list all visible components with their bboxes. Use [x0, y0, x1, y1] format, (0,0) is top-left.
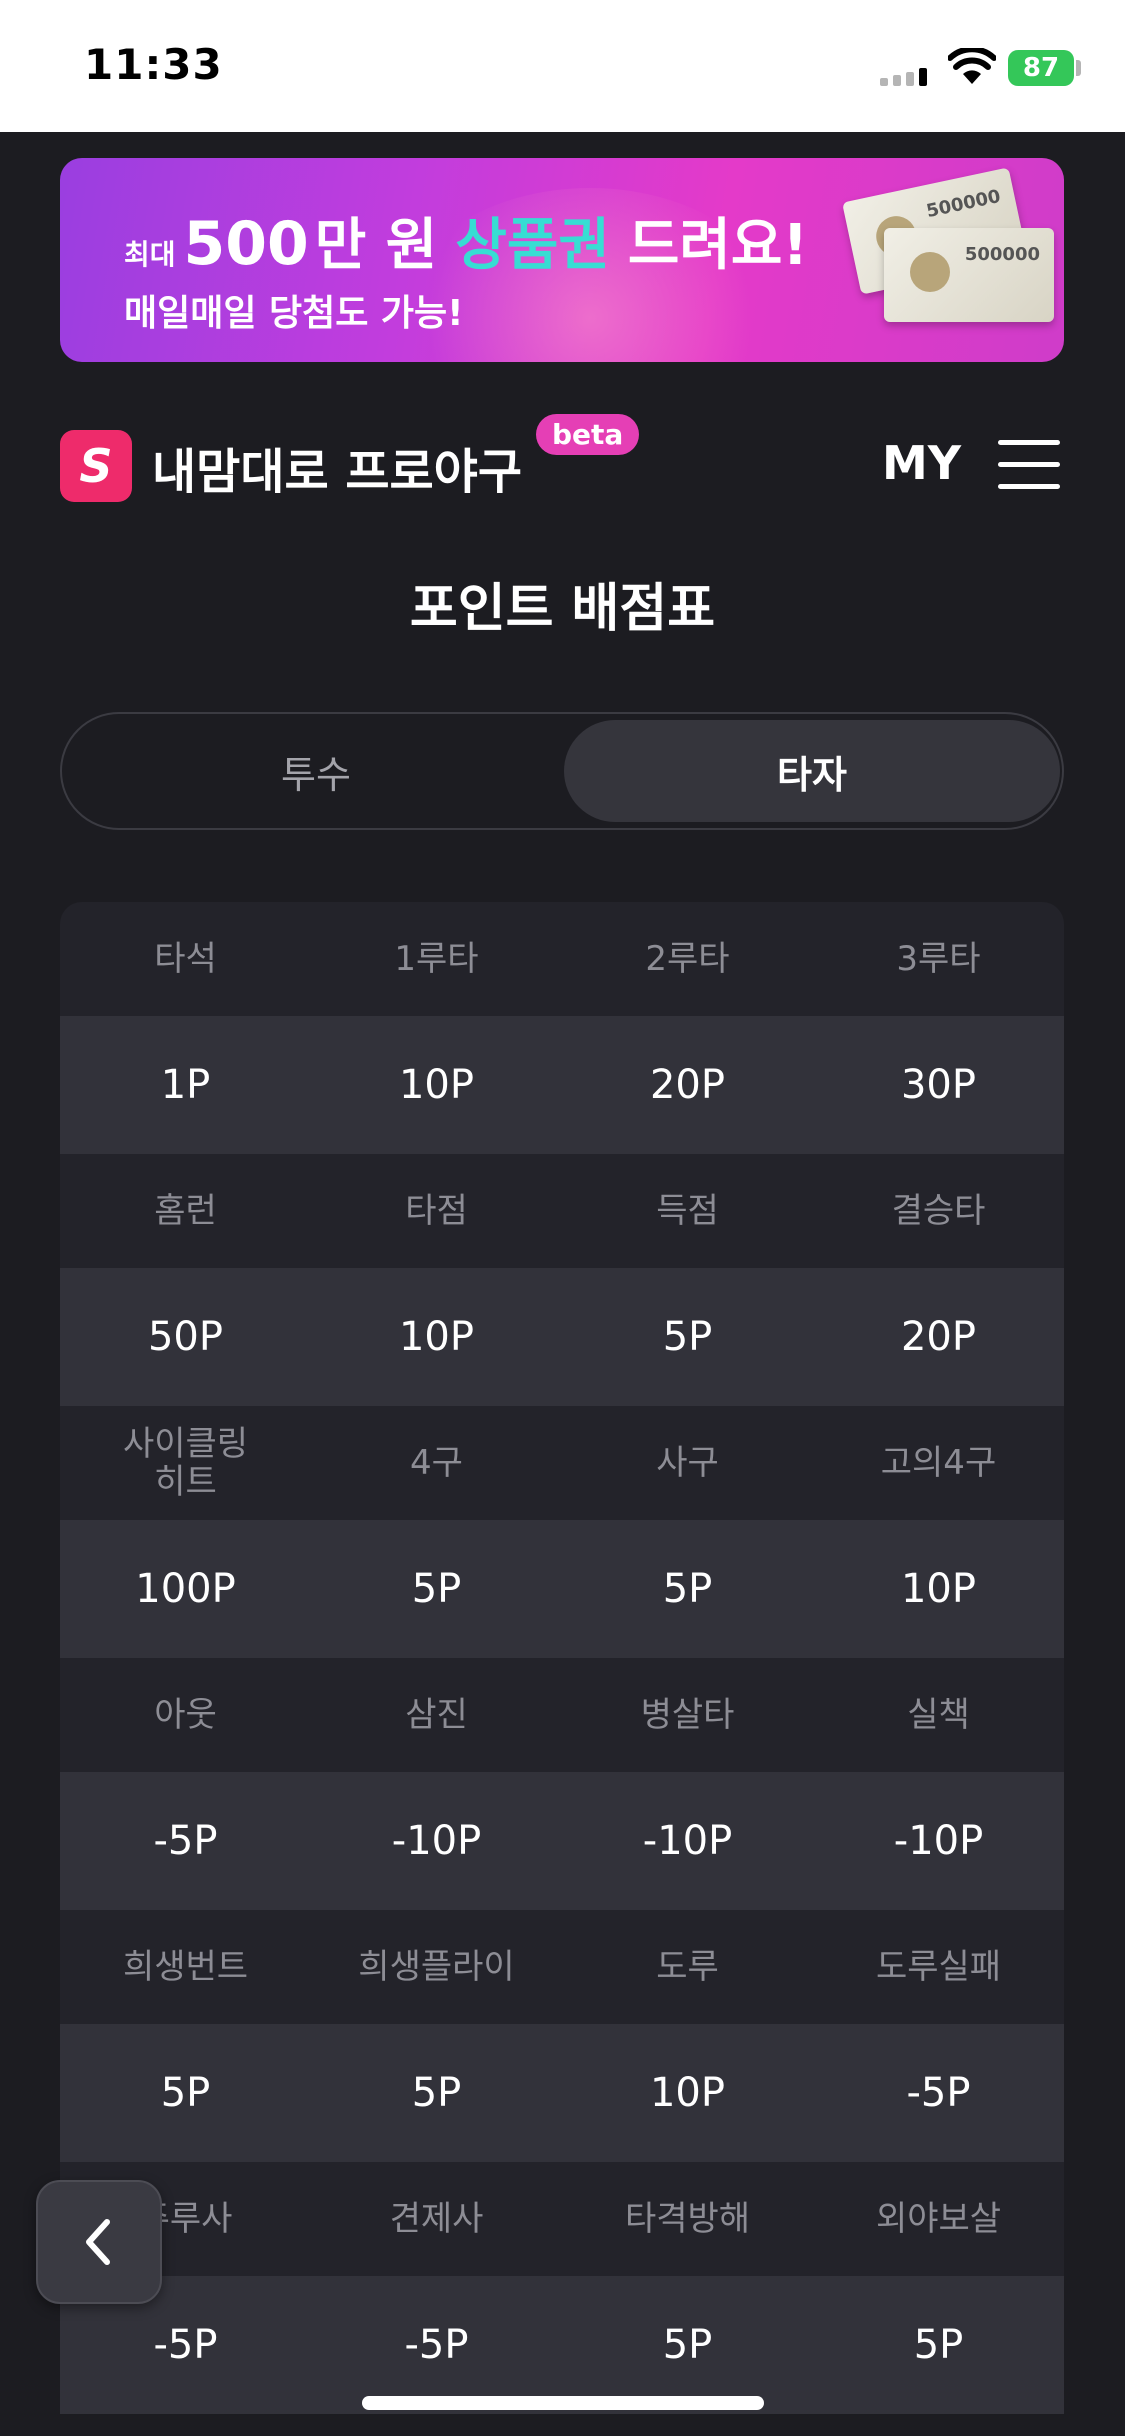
table-value: -5P: [404, 2322, 469, 2368]
table-value: 30P: [900, 1062, 977, 1108]
chevron-left-icon: [86, 2219, 110, 2265]
beta-badge: beta: [536, 414, 640, 455]
table-value: 10P: [398, 1314, 475, 1360]
table-value-row: 1P 10P 20P 30P: [60, 1016, 1064, 1154]
table-label: 타석: [154, 939, 217, 979]
table-header-row: 희생번트 희생플라이 도루 도루실패: [60, 1910, 1064, 2024]
table-label: 3루타: [896, 939, 981, 979]
table-header-row: 사이클링 히트 4구 사구 고의4구: [60, 1406, 1064, 1520]
hamburger-menu-icon[interactable]: [998, 440, 1060, 490]
position-toggle[interactable]: 투수 타자: [60, 712, 1064, 830]
table-label: 타점: [405, 1191, 468, 1231]
table-label: 아웃: [154, 1695, 217, 1735]
table-label: 희생번트: [122, 1947, 249, 1987]
table-label: 외야보살: [875, 2199, 1002, 2239]
table-label: 병살타: [640, 1695, 735, 1735]
table-label: 고의4구: [880, 1443, 997, 1483]
back-button[interactable]: [36, 2180, 162, 2304]
points-table: 타석 1루타 2루타 3루타 1P 10P 20P 30P 홈런 타점 득점 결…: [60, 902, 1064, 2414]
app-title[interactable]: 내맘대로 프로야구: [152, 432, 522, 502]
table-value: 5P: [411, 2070, 462, 2116]
table-label: 희생플라이: [358, 1947, 515, 1987]
table-value-row: -5P -10P -10P -10P: [60, 1772, 1064, 1910]
status-bar: 11:33 87: [0, 0, 1125, 132]
table-value: -10P: [642, 1818, 733, 1864]
table-value: 20P: [649, 1062, 726, 1108]
banner-subtitle: 매일매일 당첨도 가능!: [124, 293, 464, 334]
tab-pitcher[interactable]: 투수: [68, 720, 564, 822]
table-label: 실책: [907, 1695, 970, 1735]
table-value-row: 5P 5P 10P -5P: [60, 2024, 1064, 2162]
table-value: -5P: [153, 1818, 218, 1864]
table-label: 삼진: [405, 1695, 468, 1735]
table-value: 10P: [900, 1566, 977, 1612]
table-value-row: 100P 5P 5P 10P: [60, 1520, 1064, 1658]
table-value: 5P: [662, 1566, 713, 1612]
table-header-row: 주루사 견제사 타격방해 외야보살: [60, 2162, 1064, 2276]
table-header-row: 타석 1루타 2루타 3루타: [60, 902, 1064, 1016]
banner-unit: 만 원: [314, 213, 438, 278]
voucher-value: 500000: [924, 185, 1003, 223]
table-value: 10P: [398, 1062, 475, 1108]
wifi-icon: [948, 48, 996, 84]
gift-voucher-image: 500000: [884, 228, 1054, 322]
home-indicator[interactable]: [362, 2396, 764, 2410]
table-value: 20P: [900, 1314, 977, 1360]
table-value: 5P: [160, 2070, 211, 2116]
battery-indicator: 87: [1008, 50, 1074, 86]
table-label: 타격방해: [624, 2199, 751, 2239]
table-value: 1P: [160, 1062, 211, 1108]
logo-letter: S: [79, 439, 113, 493]
banner-headline: 최대 500 만 원 상품권 드려요!: [124, 200, 808, 281]
table-value: 5P: [662, 2322, 713, 2368]
table-value: 5P: [913, 2322, 964, 2368]
app-logo[interactable]: S: [60, 430, 132, 502]
table-label: 도루실패: [875, 1947, 1002, 1987]
table-label: 홈런: [154, 1191, 217, 1231]
table-label: 결승타: [891, 1191, 986, 1231]
table-label: 사구: [656, 1443, 719, 1483]
table-value: 100P: [135, 1566, 236, 1612]
table-value-row: 50P 10P 5P 20P: [60, 1268, 1064, 1406]
table-label: 득점: [656, 1191, 719, 1231]
page-title: 포인트 배점표: [409, 579, 716, 639]
banner-prefix: 최대: [124, 238, 176, 271]
banner-suffix: 드려요!: [627, 213, 808, 278]
battery-level: 87: [1022, 53, 1060, 83]
table-value: 10P: [649, 2070, 726, 2116]
status-time: 11:33: [84, 40, 223, 89]
battery-tip: [1076, 60, 1081, 76]
voucher-seal: [910, 252, 950, 292]
tab-batter[interactable]: 타자: [564, 720, 1060, 822]
voucher-value: 500000: [964, 244, 1040, 265]
table-header-row: 아웃 삼진 병살타 실책: [60, 1658, 1064, 1772]
table-value: 5P: [662, 1314, 713, 1360]
table-label: 견제사: [389, 2199, 484, 2239]
table-value: 50P: [147, 1314, 224, 1360]
table-label: 도루: [656, 1947, 719, 1987]
table-value: -10P: [391, 1818, 482, 1864]
table-label: 4구: [410, 1443, 463, 1483]
table-label: 2루타: [645, 939, 730, 979]
banner-highlight: 상품권: [455, 213, 610, 278]
table-label: 1루타: [394, 939, 479, 979]
my-page-link[interactable]: MY: [882, 436, 961, 490]
table-header-row: 홈런 타점 득점 결승타: [60, 1154, 1064, 1268]
promo-banner[interactable]: 최대 500 만 원 상품권 드려요! 매일매일 당첨도 가능! 500000 …: [60, 158, 1064, 362]
table-value: -5P: [906, 2070, 971, 2116]
banner-amount: 500: [183, 209, 309, 279]
table-value: -10P: [893, 1818, 984, 1864]
table-value-row: -5P -5P 5P 5P: [60, 2276, 1064, 2414]
cellular-signal-icon: [880, 68, 927, 86]
table-label: 사이클링 히트: [122, 1424, 249, 1502]
table-value: 5P: [411, 1566, 462, 1612]
